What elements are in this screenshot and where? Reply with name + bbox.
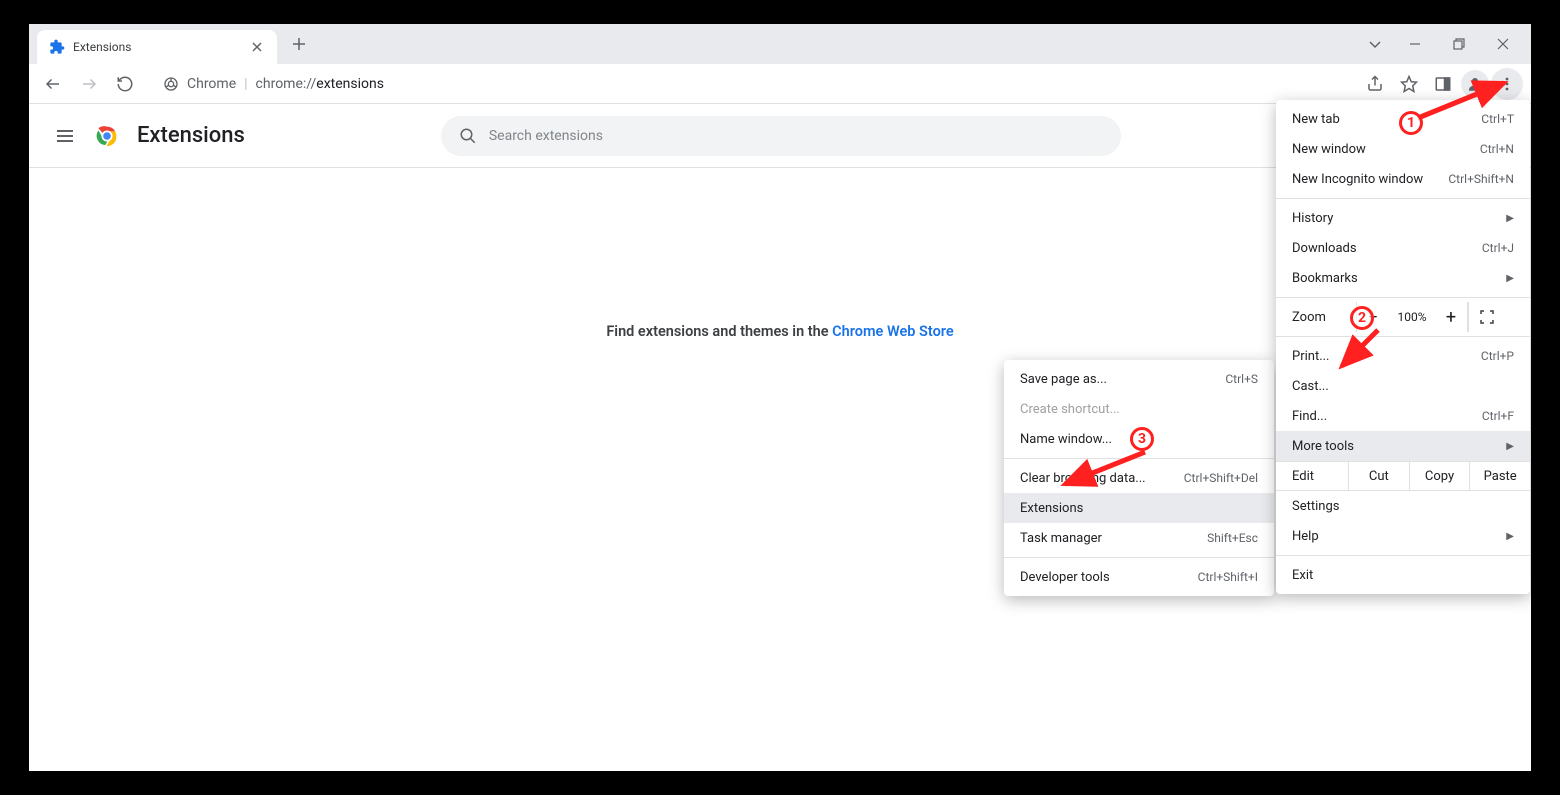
menu-find[interactable]: Find...Ctrl+F: [1276, 401, 1530, 431]
menu-separator: [1276, 555, 1530, 556]
forward-button[interactable]: [73, 68, 105, 100]
submenu-extensions[interactable]: Extensions: [1004, 493, 1274, 523]
reload-button[interactable]: [109, 68, 141, 100]
profile-button[interactable]: [1461, 70, 1489, 98]
menu-separator: [1004, 557, 1274, 558]
search-icon: [459, 127, 477, 145]
window-maximize-button[interactable]: [1439, 28, 1479, 60]
chrome-menu-button[interactable]: [1491, 68, 1523, 100]
share-button[interactable]: [1359, 68, 1391, 100]
chrome-logo-icon: [93, 122, 121, 150]
chevron-right-icon: ▶: [1506, 531, 1514, 542]
menu-cut[interactable]: Cut: [1348, 462, 1409, 490]
chevron-right-icon: ▶: [1506, 213, 1514, 224]
annotation-step-2: 2: [1350, 306, 1374, 330]
menu-exit[interactable]: Exit: [1276, 560, 1530, 590]
tab-title: Extensions: [73, 40, 241, 54]
side-panel-button[interactable]: [1427, 68, 1459, 100]
menu-cast[interactable]: Cast...: [1276, 371, 1530, 401]
page-title: Extensions: [137, 123, 245, 148]
chevron-right-icon: ▶: [1506, 273, 1514, 284]
menu-more-tools[interactable]: More tools▶: [1276, 431, 1530, 461]
submenu-save-page[interactable]: Save page as...Ctrl+S: [1004, 364, 1274, 394]
window-minimize-button[interactable]: [1395, 28, 1435, 60]
menu-zoom: Zoom − 100% +: [1276, 302, 1530, 332]
bookmark-button[interactable]: [1393, 68, 1425, 100]
chevron-right-icon: ▶: [1506, 441, 1514, 452]
menu-bookmarks[interactable]: Bookmarks▶: [1276, 263, 1530, 293]
submenu-task-manager[interactable]: Task managerShift+Esc: [1004, 523, 1274, 553]
toolbar-actions: [1359, 68, 1523, 100]
annotation-step-3: 3: [1130, 427, 1154, 451]
submenu-clear-data[interactable]: Clear browsing data...Ctrl+Shift+Del: [1004, 463, 1274, 493]
omnibox-scheme: Chrome: [187, 76, 236, 92]
menu-incognito[interactable]: New Incognito windowCtrl+Shift+N: [1276, 164, 1530, 194]
search-field[interactable]: [489, 128, 1103, 144]
menu-copy[interactable]: Copy: [1409, 462, 1470, 490]
annotation-step-1: 1: [1399, 111, 1423, 135]
more-tools-submenu: Save page as...Ctrl+S Create shortcut...…: [1004, 360, 1274, 596]
menu-separator: [1276, 297, 1530, 298]
tab-strip: Extensions: [29, 24, 1531, 64]
empty-prefix: Find extensions and themes in the: [606, 323, 832, 340]
omnibox-divider: |: [244, 76, 247, 92]
menu-paste[interactable]: Paste: [1469, 462, 1530, 490]
submenu-dev-tools[interactable]: Developer toolsCtrl+Shift+I: [1004, 562, 1274, 592]
menu-separator: [1004, 458, 1274, 459]
window-close-button[interactable]: [1483, 28, 1523, 60]
back-button[interactable]: [37, 68, 69, 100]
zoom-in-button[interactable]: +: [1435, 307, 1467, 328]
address-bar[interactable]: Chrome | chrome://extensions: [151, 69, 1349, 99]
window-controls: [1359, 24, 1531, 64]
browser-tab[interactable]: Extensions: [37, 30, 277, 64]
zoom-percent: 100%: [1389, 310, 1435, 324]
extension-icon: [49, 39, 65, 55]
menu-edit-row: Edit Cut Copy Paste: [1276, 461, 1530, 491]
browser-toolbar: Chrome | chrome://extensions: [29, 64, 1531, 104]
menu-separator: [1276, 336, 1530, 337]
menu-separator: [1276, 198, 1530, 199]
menu-print[interactable]: Print...Ctrl+P: [1276, 341, 1530, 371]
submenu-create-shortcut: Create shortcut...: [1004, 394, 1274, 424]
tab-search-button[interactable]: [1359, 28, 1391, 60]
menu-history[interactable]: History▶: [1276, 203, 1530, 233]
omnibox-path: extensions: [316, 76, 384, 92]
menu-settings[interactable]: Settings: [1276, 491, 1530, 521]
tab-close-button[interactable]: [249, 39, 265, 55]
chrome-site-icon: [163, 76, 179, 92]
search-extensions-input[interactable]: [441, 116, 1121, 156]
menu-help[interactable]: Help▶: [1276, 521, 1530, 551]
fullscreen-button[interactable]: [1468, 302, 1504, 332]
menu-button[interactable]: [53, 124, 77, 148]
new-tab-button[interactable]: [285, 30, 313, 58]
chrome-web-store-link[interactable]: Chrome Web Store: [832, 323, 954, 340]
menu-downloads[interactable]: DownloadsCtrl+J: [1276, 233, 1530, 263]
chrome-main-menu: New tabCtrl+T New windowCtrl+N New Incog…: [1276, 100, 1530, 594]
menu-new-window[interactable]: New windowCtrl+N: [1276, 134, 1530, 164]
omnibox-path-prefix: chrome://: [256, 76, 317, 92]
